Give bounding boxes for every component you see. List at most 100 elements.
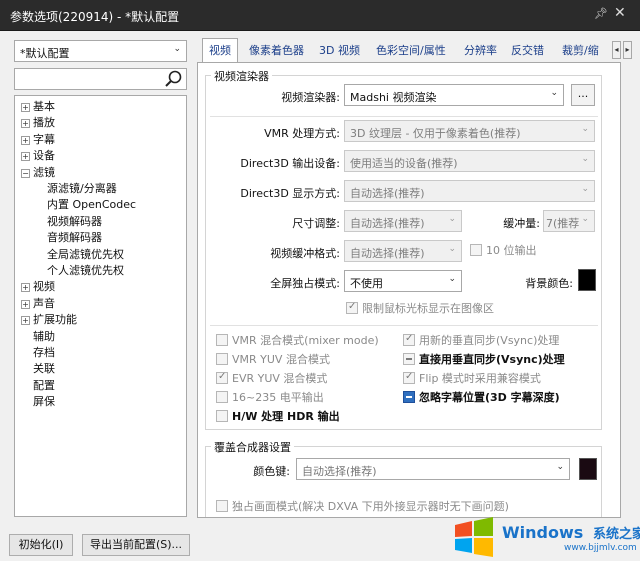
tree-item-label: 配置 [33, 378, 55, 392]
option-label: H/W 处理 HDR 输出 [232, 410, 340, 423]
option-checkbox[interactable]: EVR YUV 混合模式 [216, 370, 328, 388]
close-icon[interactable]: ✕ [614, 5, 626, 21]
tree-item[interactable]: 内置 OpenCodec [15, 197, 185, 213]
search-input[interactable] [14, 68, 187, 90]
chevron-down-icon: ⌄ [173, 44, 181, 54]
tab-color-space[interactable]: 色彩空间/属性 [370, 41, 452, 62]
tree-item-label: 字幕 [33, 132, 55, 146]
tree-item[interactable]: + 视频 [15, 279, 185, 295]
colorkey-select[interactable]: 自动选择(推荐) ⌄ [296, 458, 570, 480]
option-label: 忽略字幕位置(3D 字幕深度) [419, 391, 560, 404]
option-checkbox[interactable]: 忽略字幕位置(3D 字幕深度) [403, 391, 560, 407]
d3d-display-label: Direct3D 显示方式: [240, 187, 340, 200]
expand-icon[interactable]: + [21, 103, 30, 112]
settings-tree[interactable]: + 基本 + 播放 + 字幕 + 设备 − 滤镜 源滤镜/分离器 内置 OpenCodec 视频解码器音… [14, 95, 187, 517]
expand-icon[interactable]: + [21, 316, 30, 326]
pin-icon[interactable]: 📌︎ [594, 7, 608, 20]
tree-item-label: 个人滤镜优先权 [47, 264, 124, 277]
option-checkbox[interactable]: 直接用垂直同步(Vsync)处理 [403, 353, 565, 369]
tree-item[interactable]: + 扩展功能 [15, 312, 185, 328]
export-config-button[interactable]: 导出当前配置(S)... [82, 534, 190, 556]
exclusive-screen-label: 独占画面模式(解决 DXVA 下用外接显示器时无下画问题) [232, 500, 509, 513]
tenbit-output-checkbox[interactable]: 10 位输出 [470, 244, 537, 260]
buffer-format-select[interactable]: 自动选择(推荐) ⌄ [344, 240, 462, 262]
tab-deinterlace[interactable]: 反交错 [505, 41, 550, 62]
tab-crop[interactable]: 裁剪/缩 [556, 41, 605, 62]
exclusive-mode-select[interactable]: 不使用 ⌄ [344, 270, 462, 292]
chevron-down-icon: ⌄ [448, 214, 456, 224]
tree-item[interactable]: + 字幕 [15, 132, 185, 148]
tree-item-label: 内置 OpenCodec [47, 198, 137, 212]
tab-strip: 视频 像素着色器 3D 视频 色彩空间/属性 分辨率 反交错 裁剪/缩 ◂ ▸ [197, 38, 640, 63]
d3d-display-value: 自动选择(推荐) [350, 187, 425, 200]
tab-scroll-left-icon[interactable]: ◂ [612, 41, 621, 59]
d3d-device-select[interactable]: 使用适当的设备(推荐) ⌄ [344, 150, 595, 172]
tab-3d-video[interactable]: 3D 视频 [313, 41, 366, 62]
tree-item-label: 存档 [33, 346, 55, 359]
tenbit-output-label: 10 位输出 [486, 244, 537, 257]
tree-item[interactable]: 全局滤镜优先权 [15, 247, 185, 263]
divider [210, 116, 598, 117]
resize-value: 自动选择(推荐) [350, 217, 425, 230]
tree-item[interactable]: + 播放 [15, 115, 185, 131]
tree-item[interactable]: + 基本 [15, 99, 185, 115]
option-checkbox[interactable]: 16~235 电平输出 [216, 391, 324, 407]
option-label: 16~235 电平输出 [232, 391, 324, 404]
bgcolor-swatch[interactable] [578, 269, 596, 291]
option-checkbox[interactable]: VMR YUV 混合模式 [216, 353, 330, 369]
vmr-mode-select[interactable]: 3D 纹理层 - 仅用于像素着色(推荐) ⌄ [344, 120, 595, 142]
tree-item-label: 音频解码器 [47, 231, 102, 245]
tree-item[interactable]: + 声音 [15, 296, 185, 312]
init-button[interactable]: 初始化(I) [9, 534, 73, 556]
expand-icon[interactable]: + [21, 135, 30, 145]
renderer-settings-button[interactable]: ... [571, 84, 595, 106]
checkbox-box [403, 391, 415, 403]
expand-icon[interactable]: + [21, 119, 30, 129]
d3d-display-select[interactable]: 自动选择(推荐) ⌄ [344, 180, 595, 202]
tree-item[interactable]: 源滤镜/分离器 [15, 181, 185, 197]
checkbox-box [403, 353, 415, 365]
chevron-down-icon: ⌄ [581, 214, 589, 224]
tree-item[interactable]: 音频解码器 [15, 230, 185, 246]
renderer-select[interactable]: Madshi 视频渲染 ⌄ [344, 84, 564, 106]
option-label: EVR YUV 混合模式 [232, 372, 328, 385]
tab-pixel-shader[interactable]: 像素着色器 [243, 41, 310, 62]
tree-item[interactable]: + 设备 [15, 148, 185, 164]
tree-item-label: 视频 [33, 280, 55, 294]
chevron-down-icon: ⌄ [550, 88, 558, 98]
option-label: VMR YUV 混合模式 [232, 353, 330, 366]
option-checkbox[interactable]: VMR 混合模式(mixer mode) [216, 334, 379, 350]
renderer-label: 视频渲染器: [281, 91, 340, 104]
option-checkbox[interactable]: H/W 处理 HDR 输出 [216, 410, 340, 426]
expand-icon[interactable]: + [21, 299, 30, 309]
option-checkbox[interactable]: 用新的垂直同步(Vsync)处理 [403, 332, 559, 350]
tab-video[interactable]: 视频 [202, 38, 238, 63]
tree-item[interactable]: 个人滤镜优先权 [15, 263, 185, 279]
colorkey-value: 自动选择(推荐) [302, 465, 377, 478]
tree-item[interactable]: 关联 [15, 361, 185, 377]
tree-item[interactable]: 存档 [15, 345, 185, 361]
watermark-brand: Windows [502, 523, 584, 542]
collapse-icon[interactable]: − [21, 168, 30, 178]
expand-icon[interactable]: + [21, 283, 30, 293]
resize-select[interactable]: 自动选择(推荐) ⌄ [344, 210, 462, 232]
tab-scroll-right-icon[interactable]: ▸ [623, 41, 632, 59]
profile-select[interactable]: *默认配置 ⌄ [14, 40, 187, 62]
tree-item[interactable]: 视频解码器 [15, 214, 185, 230]
watermark-url: www.bjjmlv.com [564, 543, 637, 553]
buffer-select[interactable]: 7(推荐 ⌄ [543, 210, 595, 232]
tree-item[interactable]: 辅助 [15, 329, 185, 345]
title-bar: 参数选项(220914) - *默认配置 📌︎ ✕ [0, 0, 640, 31]
option-checkbox[interactable]: Flip 模式时采用兼容模式 [403, 370, 541, 388]
expand-icon[interactable]: + [21, 152, 30, 162]
tree-item[interactable]: − 滤镜 [15, 165, 185, 181]
option-label: VMR 混合模式(mixer mode) [232, 334, 379, 347]
checkbox-box [470, 244, 482, 256]
tree-item[interactable]: 配置 [15, 378, 185, 394]
search-icon[interactable] [164, 69, 184, 89]
colorkey-swatch[interactable] [579, 458, 597, 480]
tree-item[interactable]: 屏保 [15, 394, 185, 410]
limit-cursor-checkbox[interactable]: 限制鼠标光标显示在图像区 [346, 300, 494, 318]
tree-item-label: 屏保 [33, 395, 55, 409]
tab-resolution[interactable]: 分辨率 [458, 41, 503, 62]
